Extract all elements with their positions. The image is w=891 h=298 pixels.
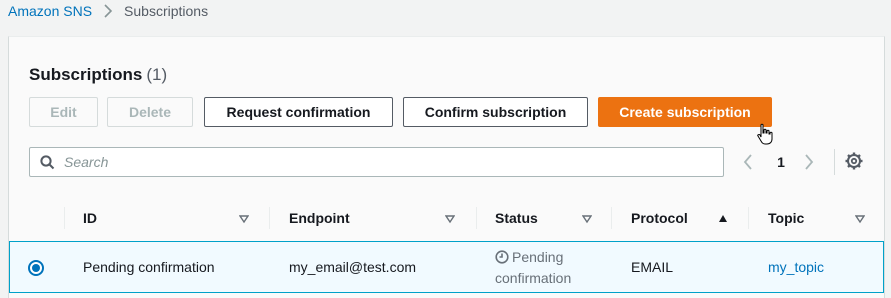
column-divider <box>476 207 477 229</box>
table-row[interactable]: Pending confirmation my_email@test.com P… <box>9 241 884 293</box>
create-subscription-button[interactable]: Create subscription <box>598 97 772 127</box>
sort-caret-down-icon[interactable] <box>581 211 593 229</box>
cell-id: Pending confirmation <box>83 259 215 275</box>
cell-endpoint: my_email@test.com <box>289 259 417 275</box>
search-box <box>29 147 724 177</box>
column-divider <box>269 207 270 229</box>
status-text-line2: confirmation <box>495 270 572 286</box>
cell-protocol: EMAIL <box>631 259 674 275</box>
gear-icon[interactable] <box>845 152 863 175</box>
column-divider <box>611 207 612 229</box>
status-text-line1: Pending <box>512 249 564 265</box>
cell-status: Pending confirmation <box>495 248 605 288</box>
chevron-right-icon <box>103 4 113 18</box>
row-select-radio[interactable] <box>28 260 44 276</box>
hand-cursor-icon <box>757 123 773 150</box>
confirm-subscription-button[interactable]: Confirm subscription <box>403 97 588 127</box>
page-title: Subscriptions (1) <box>29 65 167 85</box>
column-header-protocol[interactable]: Protocol <box>631 197 688 238</box>
panel-title-text: Subscriptions <box>29 65 143 84</box>
column-header-endpoint[interactable]: Endpoint <box>289 197 350 238</box>
column-header-id[interactable]: ID <box>83 197 97 238</box>
breadcrumb-current: Subscriptions <box>124 3 209 19</box>
table-header: ID Endpoint Status Protocol Topic <box>9 197 884 238</box>
clock-icon <box>495 250 509 269</box>
column-divider <box>64 207 65 229</box>
search-input[interactable] <box>64 149 714 175</box>
previous-page-icon[interactable] <box>742 152 754 172</box>
breadcrumb-amazon-sns-link[interactable]: Amazon SNS <box>8 3 92 19</box>
request-confirmation-button[interactable]: Request confirmation <box>204 97 393 127</box>
cell-topic-link[interactable]: my_topic <box>768 259 824 275</box>
pagination-divider <box>834 149 835 175</box>
delete-button[interactable]: Delete <box>107 97 193 127</box>
next-page-icon[interactable] <box>803 152 815 172</box>
page-number[interactable]: 1 <box>775 152 787 172</box>
edit-button[interactable]: Edit <box>29 97 98 127</box>
subscriptions-panel: Subscriptions (1) Edit Delete Request con… <box>8 36 885 298</box>
subscription-count: (1) <box>146 65 168 84</box>
column-header-status[interactable]: Status <box>495 197 538 238</box>
sort-caret-down-icon[interactable] <box>444 211 456 229</box>
column-divider <box>748 207 749 229</box>
breadcrumb: Amazon SNS Subscriptions <box>8 2 208 20</box>
search-icon <box>40 155 55 175</box>
sort-caret-down-icon[interactable] <box>854 211 866 229</box>
sort-caret-down-icon[interactable] <box>238 211 250 229</box>
sort-ascending-icon[interactable] <box>718 211 728 229</box>
radio-selected-dot <box>32 264 40 272</box>
column-header-topic[interactable]: Topic <box>768 197 804 238</box>
